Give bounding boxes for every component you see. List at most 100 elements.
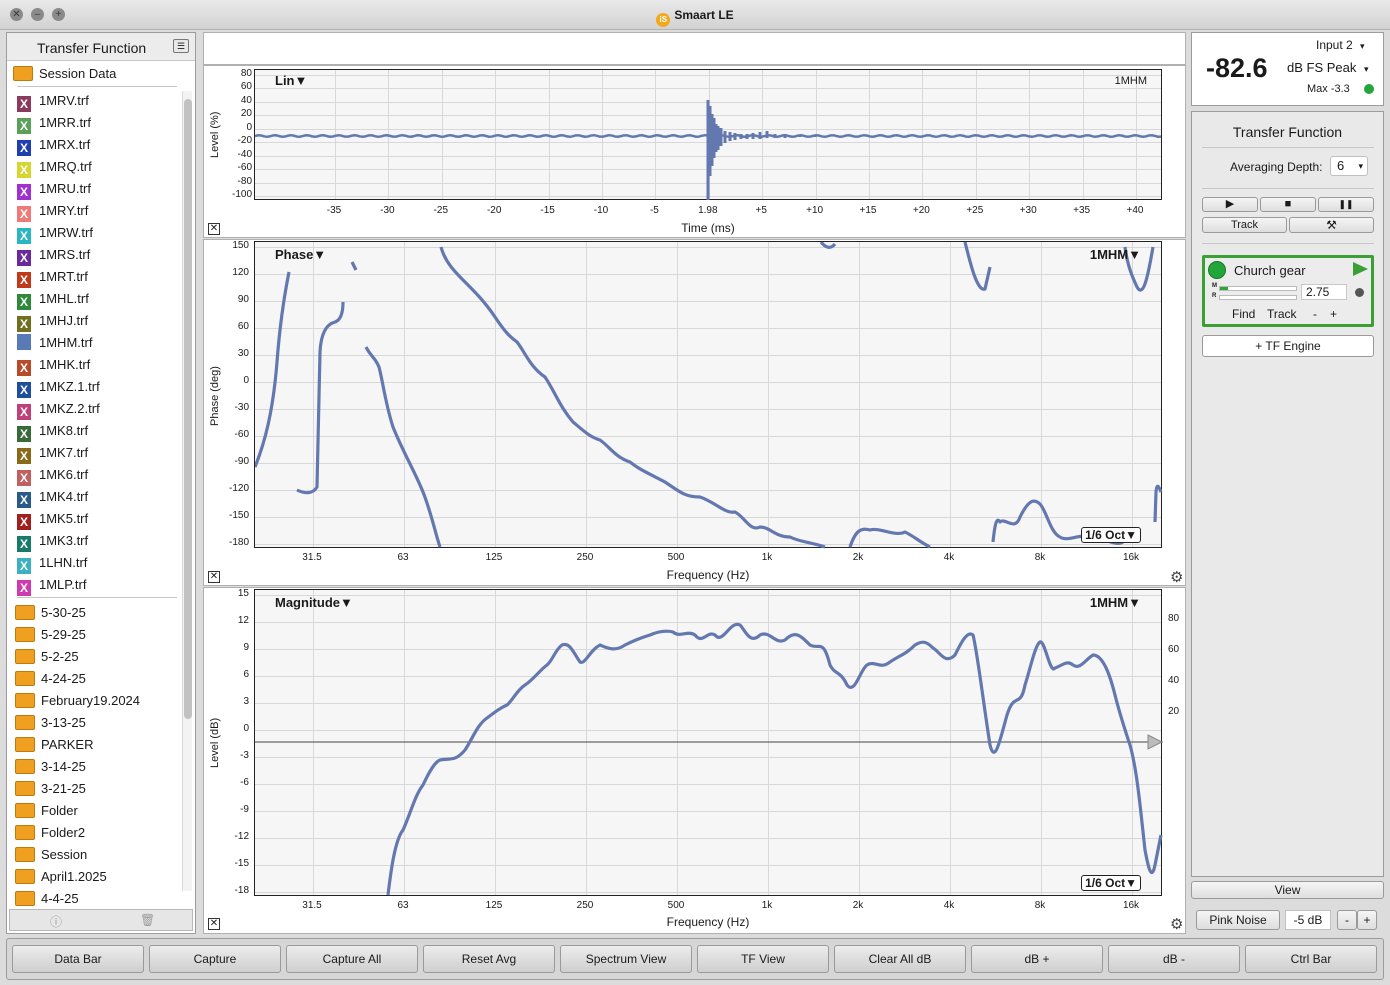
bottom-button-spectrum-view[interactable]: Spectrum View xyxy=(560,945,692,973)
play-engine-icon[interactable] xyxy=(1353,262,1368,276)
file-item[interactable]: X 1MRY.trf xyxy=(17,200,88,222)
engine-on-led[interactable] xyxy=(1208,261,1226,279)
file-item[interactable]: X 1LHN.trf xyxy=(17,552,87,574)
file-item[interactable]: X 1MRS.trf xyxy=(17,244,90,266)
meter-mode-select[interactable]: dB FS Peak ▾ xyxy=(1287,60,1369,75)
phase-trace-dropdown[interactable]: 1MHM▼ xyxy=(1090,247,1141,262)
track-delay-button[interactable]: Track xyxy=(1267,307,1297,321)
file-item[interactable]: X 1MK8.trf xyxy=(17,420,88,442)
file-item[interactable]: X 1MK6.trf xyxy=(17,464,88,486)
folder-item[interactable]: 5-30-25 xyxy=(15,602,86,624)
tools-icon[interactable]: ⚒ xyxy=(1289,217,1374,233)
phase-smoothing-dropdown[interactable]: 1/6 Oct▼ xyxy=(1081,527,1141,543)
magnitude-smoothing-dropdown[interactable]: 1/6 Oct▼ xyxy=(1081,875,1141,891)
input-select[interactable]: Input 2 ▾ xyxy=(1316,38,1365,52)
file-item[interactable]: X 1MHK.trf xyxy=(17,354,90,376)
file-item[interactable]: X 1MRQ.trf xyxy=(17,156,92,178)
info-icon[interactable]: ⓘ xyxy=(50,913,62,930)
bottom-button-clear-all-db[interactable]: Clear All dB xyxy=(834,945,966,973)
window-title: iS Smaart LE xyxy=(0,8,1390,27)
bottom-toolbar: Data Bar Capture Capture All Reset Avg Spect… xyxy=(6,938,1384,980)
folder-item[interactable]: 5-29-25 xyxy=(15,624,86,646)
bottom-button-db[interactable]: dB - xyxy=(1108,945,1240,973)
bottom-button-data-bar[interactable]: Data Bar xyxy=(12,945,144,973)
scrollbar-thumb[interactable] xyxy=(184,99,192,719)
pause-button[interactable]: ❚❚ xyxy=(1318,197,1374,212)
file-item[interactable]: X 1MK7.trf xyxy=(17,442,88,464)
data-bar-menu-icon[interactable]: ☰ xyxy=(173,39,189,53)
gear-icon[interactable]: ⚙ xyxy=(1170,568,1183,586)
session-data-folder[interactable]: Session Data xyxy=(13,63,116,85)
folder-item[interactable]: 5-2-25 xyxy=(15,646,79,668)
folder-item[interactable]: 3-14-25 xyxy=(15,756,86,778)
magnitude-plot[interactable]: Magnitude▼ 1MHM▼ 1/6 Oct▼ xyxy=(254,589,1163,896)
add-tf-engine-button[interactable]: + TF Engine xyxy=(1202,335,1374,357)
bottom-button-capture[interactable]: Capture xyxy=(149,945,281,973)
pink-noise-button[interactable]: Pink Noise xyxy=(1196,910,1280,930)
phase-dropdown[interactable]: Phase▼ xyxy=(275,247,326,262)
folder-item[interactable]: 3-21-25 xyxy=(15,778,86,800)
play-button[interactable]: ▶ xyxy=(1202,197,1258,212)
file-item[interactable]: X 1MK4.trf xyxy=(17,486,88,508)
file-item[interactable]: X 1MRW.trf xyxy=(17,222,93,244)
folder-item[interactable]: 4-4-25 xyxy=(15,888,79,910)
find-button[interactable]: Find xyxy=(1232,307,1255,321)
impulse-scale-dropdown[interactable]: Lin▼ xyxy=(275,73,307,88)
phase-trace-segment xyxy=(350,261,358,271)
delay-field[interactable]: 2.75 xyxy=(1301,284,1347,300)
file-item[interactable]: X 1MK5.trf xyxy=(17,508,88,530)
averaging-select[interactable]: 6 ▾ xyxy=(1330,156,1368,176)
file-item[interactable]: X 1MRX.trf xyxy=(17,134,90,156)
smaart-logo-icon: iS xyxy=(656,13,671,27)
file-item[interactable]: 1MHM.trf xyxy=(17,332,92,354)
trash-icon[interactable]: 🗑 xyxy=(140,913,155,927)
bottom-button-ctrl-bar[interactable]: Ctrl Bar xyxy=(1245,945,1377,973)
bottom-button-reset-avg[interactable]: Reset Avg xyxy=(423,945,555,973)
folder-item[interactable]: Folder xyxy=(15,800,78,822)
delay-plus-button[interactable]: + xyxy=(1330,307,1337,321)
phase-plot[interactable]: Phase▼ 1MHM▼ 1/6 Oct▼ xyxy=(254,241,1163,549)
bottom-button-db[interactable]: dB + xyxy=(971,945,1103,973)
file-item[interactable]: X 1MRU.trf xyxy=(17,178,91,200)
file-item[interactable]: X 1MRR.trf xyxy=(17,112,91,134)
gear-icon[interactable]: ⚙ xyxy=(1170,915,1183,933)
folder-item[interactable]: PARKER xyxy=(15,734,94,756)
folder-item[interactable]: Folder2 xyxy=(15,822,85,844)
phase-trace-segment xyxy=(255,271,291,468)
folder-item[interactable]: 4-24-25 xyxy=(15,668,86,690)
file-item[interactable]: X 1MRV.trf xyxy=(17,90,89,112)
close-pane-icon[interactable]: ✕ xyxy=(208,223,220,235)
close-pane-icon[interactable]: ✕ xyxy=(208,918,220,930)
file-item[interactable]: X 1MKZ.2.trf xyxy=(17,398,100,420)
noise-level-field[interactable]: -5 dB xyxy=(1285,910,1331,930)
magnitude-dropdown[interactable]: Magnitude▼ xyxy=(275,595,353,610)
impulse-y-tick: 0 xyxy=(246,121,252,133)
folder-item[interactable]: February19.2024 xyxy=(15,690,140,712)
file-item[interactable]: X 1MLP.trf xyxy=(17,574,86,596)
track-button[interactable]: Track xyxy=(1202,217,1287,233)
reference-marker-icon[interactable] xyxy=(1147,734,1163,750)
magnitude-y-tick: -15 xyxy=(234,858,249,869)
magnitude-trace-dropdown[interactable]: 1MHM▼ xyxy=(1090,595,1141,610)
file-item[interactable]: X 1MRT.trf xyxy=(17,266,88,288)
file-item[interactable]: X 1MHJ.trf xyxy=(17,310,88,332)
data-bar-scrollbar[interactable] xyxy=(182,91,192,891)
folder-item[interactable]: Session xyxy=(15,844,87,866)
view-button[interactable]: View xyxy=(1191,881,1384,899)
file-item[interactable]: X 1MHL.trf xyxy=(17,288,89,310)
bottom-button-capture-all[interactable]: Capture All xyxy=(286,945,418,973)
stop-button[interactable]: ■ xyxy=(1260,197,1316,212)
close-pane-icon[interactable]: ✕ xyxy=(208,571,220,583)
folder-item[interactable]: April1.2025 xyxy=(15,866,107,888)
noise-minus-button[interactable]: - xyxy=(1337,910,1357,930)
noise-plus-button[interactable]: + xyxy=(1357,910,1377,930)
impulse-spike xyxy=(706,100,817,200)
bottom-button-tf-view[interactable]: TF View xyxy=(697,945,829,973)
delay-minus-button[interactable]: - xyxy=(1313,307,1317,321)
folder-item[interactable]: 3-13-25 xyxy=(15,712,86,734)
file-item[interactable]: X 1MK3.trf xyxy=(17,530,88,552)
impulse-plot[interactable]: Lin▼ 1MHM xyxy=(254,69,1162,200)
file-item[interactable]: X 1MKZ.1.trf xyxy=(17,376,100,398)
phase-trace-segment xyxy=(1153,484,1163,523)
tf-engine-church-gear[interactable]: Church gear M R 2.75 Find Track - + xyxy=(1202,255,1374,327)
